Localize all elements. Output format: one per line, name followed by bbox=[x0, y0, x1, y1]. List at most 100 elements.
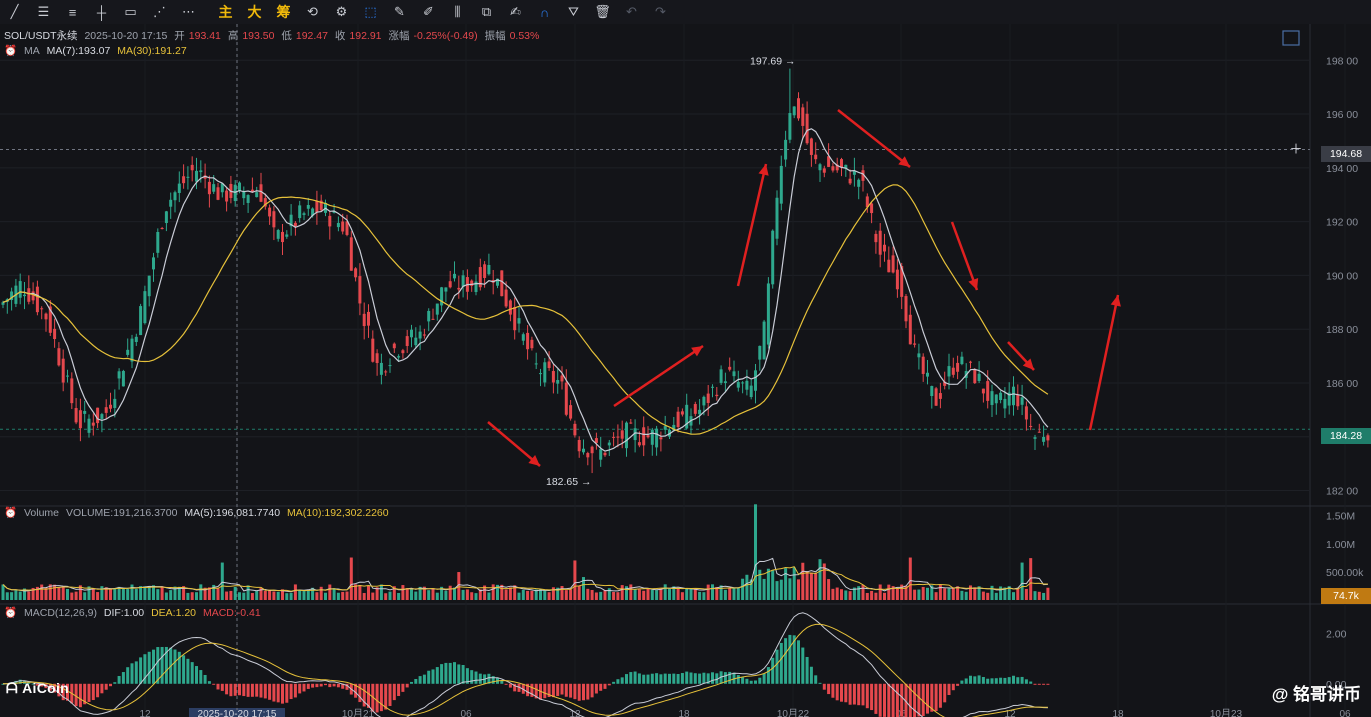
candle-body bbox=[453, 273, 456, 279]
candle-body bbox=[139, 306, 143, 336]
aicoin-logo: ᗩ AiCoin bbox=[6, 680, 69, 697]
alarm-icon[interactable]: ⏰ bbox=[4, 45, 17, 57]
indicator-icon[interactable]: ⟲ bbox=[298, 0, 327, 24]
candle-body bbox=[306, 205, 310, 209]
redo-icon[interactable]: ↷ bbox=[646, 0, 675, 24]
toolbar-cn-button-1[interactable]: 大 bbox=[240, 0, 269, 24]
macd-histogram-bar bbox=[508, 683, 512, 688]
undo-icon[interactable]: ↶ bbox=[617, 0, 646, 24]
open-label: 开 bbox=[174, 30, 185, 42]
line-tool-icon[interactable]: ╱ bbox=[0, 0, 29, 24]
candle-body bbox=[938, 393, 942, 399]
candle-body bbox=[35, 286, 39, 313]
candle-body bbox=[754, 370, 757, 391]
volume-bar bbox=[861, 584, 865, 600]
macd-histogram-bar bbox=[775, 649, 779, 684]
candle-body bbox=[126, 349, 130, 355]
rectangle-tool-icon[interactable]: ▭ bbox=[116, 0, 145, 24]
volume-bar bbox=[956, 586, 960, 600]
volume-bar bbox=[410, 588, 413, 600]
candle-body bbox=[659, 437, 663, 440]
symbol-label[interactable]: SOL/USDT永续 bbox=[4, 30, 78, 42]
draw-settings-icon[interactable]: ⚙ bbox=[327, 0, 356, 24]
macd-histogram-bar bbox=[289, 683, 293, 700]
candle-body bbox=[779, 165, 783, 204]
candle-body bbox=[956, 362, 960, 372]
volume-name[interactable]: Volume bbox=[24, 507, 59, 519]
trash-icon[interactable]: 🗑 bbox=[588, 0, 617, 24]
toolbar-cn-button-0[interactable]: 主 bbox=[211, 0, 240, 24]
macd-histogram-bar bbox=[698, 673, 702, 684]
candle-body bbox=[534, 363, 538, 365]
macd-histogram-bar bbox=[302, 683, 306, 692]
fib-tool-icon[interactable]: ⋰ bbox=[145, 0, 174, 24]
macd-histogram-bar bbox=[315, 683, 319, 688]
time-tick-label: 06 bbox=[460, 709, 472, 717]
macd-value: MACD:-0.41 bbox=[202, 607, 261, 619]
candle-body bbox=[418, 331, 422, 339]
macd-histogram-bar bbox=[147, 651, 151, 684]
macd-histogram-bar bbox=[960, 680, 964, 684]
macd-histogram-bar bbox=[461, 664, 465, 684]
volume-bar bbox=[121, 588, 125, 600]
candle-body bbox=[663, 426, 667, 430]
magnet-icon[interactable]: ∩ bbox=[530, 0, 559, 24]
amplitude-value: 0.53% bbox=[509, 30, 540, 42]
volume-bar bbox=[685, 588, 689, 600]
macd-histogram-bar bbox=[676, 674, 680, 684]
alarm-icon[interactable]: ⏰ bbox=[4, 607, 17, 619]
more-tools-icon[interactable]: ⋯ bbox=[174, 0, 203, 24]
volume-bar bbox=[444, 590, 448, 600]
macd-histogram-bar bbox=[285, 683, 289, 703]
volume-bar bbox=[1033, 591, 1037, 600]
toolbar-cn-button-2[interactable]: 筹 bbox=[269, 0, 298, 24]
candle-body bbox=[276, 230, 280, 239]
volume-bar bbox=[461, 589, 465, 600]
macd-histogram-bar bbox=[981, 677, 985, 684]
volume-bar bbox=[994, 592, 998, 600]
macd-histogram-bar bbox=[835, 683, 839, 701]
ruler-icon[interactable]: ✎ bbox=[385, 0, 414, 24]
copy-icon[interactable]: ⧉ bbox=[472, 0, 501, 24]
price-tick-label: 198.00 bbox=[1326, 55, 1358, 67]
macd-histogram-bar bbox=[685, 671, 689, 684]
macd-histogram-bar bbox=[758, 677, 762, 684]
candle-body bbox=[435, 303, 439, 315]
macd-histogram-bar bbox=[1003, 677, 1007, 684]
volume-bar bbox=[324, 592, 327, 600]
candle-body bbox=[620, 430, 624, 439]
candle-type-icon[interactable]: ⫼ bbox=[443, 0, 472, 24]
volume-bar bbox=[250, 593, 254, 600]
candle-body bbox=[401, 350, 405, 354]
ma-name[interactable]: MA bbox=[24, 45, 40, 57]
candle-body bbox=[741, 382, 745, 384]
candle-body bbox=[878, 230, 882, 255]
candle-body bbox=[771, 230, 775, 285]
horizontal-line-icon[interactable]: ┼ bbox=[87, 0, 116, 24]
candle-body bbox=[792, 106, 796, 116]
macd-histogram-bar bbox=[336, 683, 340, 688]
macd-name[interactable]: MACD(12,26,9) bbox=[24, 607, 97, 619]
note-icon[interactable]: ✍ bbox=[501, 0, 530, 24]
macd-histogram-bar bbox=[741, 677, 745, 684]
volume-bar bbox=[216, 588, 220, 600]
candle-body bbox=[973, 369, 977, 384]
macd-histogram-bar bbox=[263, 683, 267, 699]
multi-line-tool-icon[interactable]: ☰ bbox=[29, 0, 58, 24]
candle-body bbox=[637, 442, 641, 446]
candle-body bbox=[375, 353, 379, 364]
candle-body bbox=[87, 418, 91, 433]
alarm-icon[interactable]: ⏰ bbox=[4, 507, 17, 519]
volume-bar bbox=[1020, 562, 1024, 600]
macd-histogram-bar bbox=[693, 673, 697, 684]
macd-histogram-bar bbox=[500, 680, 504, 684]
price-tick-label: 196.00 bbox=[1326, 109, 1358, 121]
volume-bar bbox=[646, 588, 650, 600]
volume-bar bbox=[874, 592, 878, 600]
parallel-lines-icon[interactable]: ≡ bbox=[58, 0, 87, 24]
filter-icon[interactable]: ⛛ bbox=[559, 0, 588, 24]
brush-icon[interactable]: ✐ bbox=[414, 0, 443, 24]
macd-histogram-bar bbox=[633, 671, 637, 684]
select-icon[interactable]: ⬚ bbox=[356, 0, 385, 24]
macd-histogram-bar bbox=[943, 683, 947, 703]
